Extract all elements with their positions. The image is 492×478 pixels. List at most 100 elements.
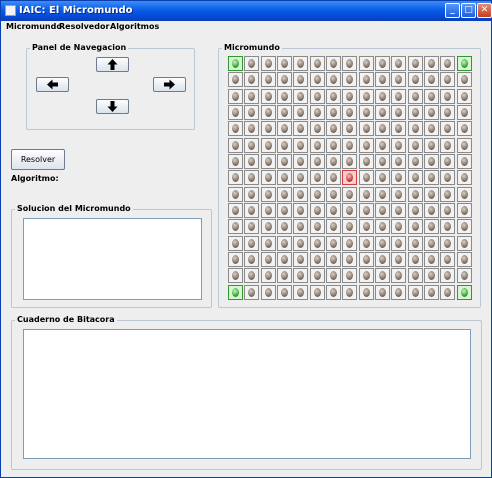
grid-cell[interactable] <box>407 203 423 218</box>
grid-cell[interactable] <box>391 203 407 218</box>
grid-cell[interactable] <box>309 284 325 300</box>
grid-cell[interactable] <box>342 186 358 202</box>
grid-cell[interactable] <box>309 252 325 267</box>
grid-cell[interactable] <box>407 186 423 202</box>
grid-cell[interactable] <box>342 56 358 71</box>
grid-cell[interactable] <box>260 235 276 251</box>
grid-cell[interactable] <box>309 268 325 284</box>
grid-cell-goal[interactable] <box>456 284 472 300</box>
grid-cell[interactable] <box>342 105 358 120</box>
grid-cell[interactable] <box>424 170 439 186</box>
grid-cell[interactable] <box>277 252 292 267</box>
grid-cell[interactable] <box>375 284 390 300</box>
grid-cell[interactable] <box>277 219 292 235</box>
grid-cell[interactable] <box>293 88 309 104</box>
grid-cell[interactable] <box>407 154 423 169</box>
grid-cell[interactable] <box>391 105 407 120</box>
grid-cell[interactable] <box>228 268 243 284</box>
grid-cell[interactable] <box>293 186 309 202</box>
grid-cell[interactable] <box>228 105 243 120</box>
grid-cell[interactable] <box>277 186 292 202</box>
grid-cell[interactable] <box>358 72 374 88</box>
grid-cell[interactable] <box>375 252 390 267</box>
grid-cell[interactable] <box>228 154 243 169</box>
grid-cell[interactable] <box>326 284 341 300</box>
grid-cell[interactable] <box>260 88 276 104</box>
grid-cell[interactable] <box>391 235 407 251</box>
grid-cell[interactable] <box>456 186 472 202</box>
grid-cell[interactable] <box>358 268 374 284</box>
grid-cell[interactable] <box>456 268 472 284</box>
grid-cell[interactable] <box>440 268 456 284</box>
grid-cell[interactable] <box>440 105 456 120</box>
grid-cell[interactable] <box>407 56 423 71</box>
grid-cell[interactable] <box>309 88 325 104</box>
grid-cell[interactable] <box>407 219 423 235</box>
grid-cell[interactable] <box>244 105 260 120</box>
grid-cell[interactable] <box>456 137 472 153</box>
grid-cell[interactable] <box>228 186 243 202</box>
grid-cell[interactable] <box>244 154 260 169</box>
grid-cell[interactable] <box>309 72 325 88</box>
grid-cell[interactable] <box>309 154 325 169</box>
grid-cell[interactable] <box>260 154 276 169</box>
grid-cell[interactable] <box>293 170 309 186</box>
grid-cell[interactable] <box>456 105 472 120</box>
grid-cell-goal[interactable] <box>456 56 472 71</box>
grid-cell[interactable] <box>244 268 260 284</box>
grid-cell[interactable] <box>293 105 309 120</box>
grid-cell[interactable] <box>293 121 309 137</box>
grid-cell[interactable] <box>244 170 260 186</box>
grid-cell[interactable] <box>342 219 358 235</box>
grid-cell[interactable] <box>260 170 276 186</box>
grid-cell[interactable] <box>228 137 243 153</box>
grid-cell[interactable] <box>424 268 439 284</box>
grid-cell[interactable] <box>440 137 456 153</box>
grid-cell[interactable] <box>309 137 325 153</box>
grid-cell[interactable] <box>375 186 390 202</box>
grid-cell[interactable] <box>440 284 456 300</box>
grid-cell[interactable] <box>244 72 260 88</box>
grid-cell[interactable] <box>456 252 472 267</box>
grid-cell[interactable] <box>342 203 358 218</box>
grid-cell[interactable] <box>391 186 407 202</box>
grid-cell[interactable] <box>326 121 341 137</box>
grid-cell[interactable] <box>424 284 439 300</box>
grid-cell[interactable] <box>342 252 358 267</box>
grid-cell[interactable] <box>375 72 390 88</box>
grid-cell[interactable] <box>342 284 358 300</box>
grid-cell[interactable] <box>228 121 243 137</box>
grid-cell[interactable] <box>260 137 276 153</box>
grid-cell[interactable] <box>456 203 472 218</box>
grid-cell[interactable] <box>293 252 309 267</box>
grid-cell[interactable] <box>260 186 276 202</box>
grid-cell[interactable] <box>358 186 374 202</box>
grid-cell[interactable] <box>424 219 439 235</box>
grid-cell[interactable] <box>375 170 390 186</box>
grid-cell[interactable] <box>375 203 390 218</box>
grid-cell[interactable] <box>244 121 260 137</box>
grid-cell[interactable] <box>342 121 358 137</box>
grid-cell[interactable] <box>244 203 260 218</box>
grid-cell[interactable] <box>407 170 423 186</box>
grid-cell[interactable] <box>326 235 341 251</box>
grid-cell[interactable] <box>326 137 341 153</box>
grid-cell[interactable] <box>309 56 325 71</box>
grid-cell[interactable] <box>244 284 260 300</box>
move-down-button[interactable] <box>96 99 129 114</box>
grid-cell[interactable] <box>456 121 472 137</box>
log-textarea[interactable] <box>23 329 471 459</box>
grid-cell[interactable] <box>456 170 472 186</box>
grid-cell[interactable] <box>375 219 390 235</box>
grid-cell[interactable] <box>309 170 325 186</box>
solution-textarea[interactable] <box>23 218 202 300</box>
grid-cell[interactable] <box>391 88 407 104</box>
maximize-button[interactable]: □ <box>461 3 476 18</box>
grid-cell[interactable] <box>228 88 243 104</box>
grid-cell[interactable] <box>260 252 276 267</box>
grid-cell[interactable] <box>277 121 292 137</box>
grid-cell[interactable] <box>424 186 439 202</box>
grid-cell[interactable] <box>293 154 309 169</box>
grid-cell[interactable] <box>391 219 407 235</box>
grid-cell[interactable] <box>424 235 439 251</box>
